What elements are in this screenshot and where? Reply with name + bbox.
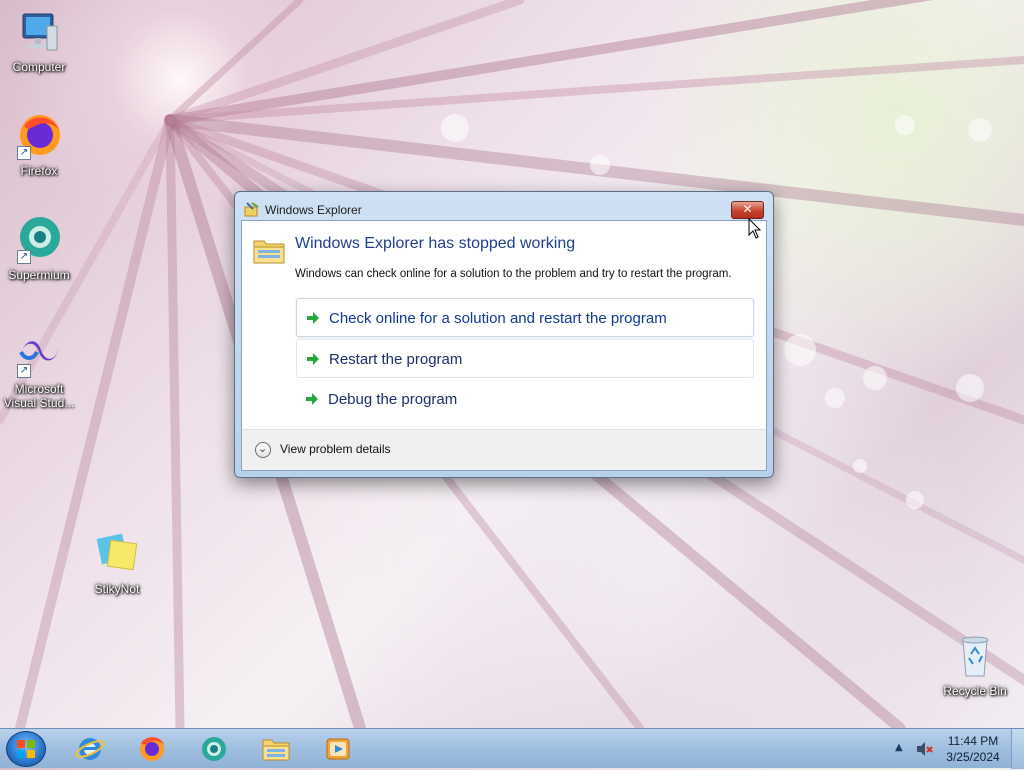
shortcut-arrow-icon: ↗ — [17, 250, 31, 264]
dialog-heading: Windows Explorer has stopped working — [295, 235, 576, 252]
firefox-icon — [140, 737, 164, 761]
explorer-stopped-dialog: Windows Explorer ✕ Windows Explorer has … — [234, 191, 774, 478]
restart-program-button[interactable]: Restart the program — [296, 339, 754, 378]
desktop-icon-computer[interactable]: Computer — [0, 8, 78, 74]
green-arrow-icon — [307, 312, 319, 324]
desktop-icon-visual-studio[interactable]: ↗ Microsoft Visual Stud... — [0, 330, 78, 410]
mouse-cursor-icon — [748, 218, 762, 239]
desktop-icon-firefox[interactable]: ↗ Firefox — [0, 112, 78, 178]
expand-details-button[interactable]: ⌄ — [255, 442, 271, 458]
dialog-content: Windows Explorer has stopped working Win… — [241, 220, 767, 471]
shortcut-arrow-icon: ↗ — [17, 364, 31, 378]
restart-program-label: Restart the program — [329, 351, 463, 368]
taskbar-firefox[interactable] — [124, 732, 178, 766]
dialog-title: Windows Explorer — [265, 203, 362, 217]
file-explorer-icon — [262, 739, 290, 761]
taskbar-supermium[interactable] — [186, 732, 240, 766]
close-button[interactable]: ✕ — [731, 201, 764, 219]
sticky-note-icon — [93, 530, 141, 578]
debug-program-label: Debug the program — [328, 391, 458, 408]
media-player-icon — [326, 738, 350, 760]
taskbar: ▲ 11:44 PM 3/25/2024 — [0, 728, 1024, 769]
taskbar-clock[interactable]: 11:44 PM 3/25/2024 — [940, 733, 1006, 765]
taskbar-internet-explorer[interactable] — [62, 732, 116, 766]
visual-studio-icon: ↗ — [15, 330, 63, 378]
desktop-icon-label: Computer — [12, 60, 66, 74]
clock-time: 11:44 PM — [947, 734, 999, 748]
taskbar-media-player[interactable] — [310, 732, 364, 766]
firefox-icon: ↗ — [15, 112, 63, 160]
shortcut-arrow-icon: ↗ — [17, 146, 31, 160]
windows-explorer-icon — [244, 201, 260, 217]
dialog-titlebar[interactable]: Windows Explorer ✕ — [235, 192, 773, 220]
recycle-bin-icon — [951, 632, 999, 680]
desktop-icon-stikynot[interactable]: StikyNot — [78, 530, 156, 596]
windows-logo-icon — [17, 740, 35, 758]
supermium-icon: ↗ — [15, 216, 63, 264]
desktop-icon-label: Supermium — [8, 268, 70, 282]
view-problem-details-link[interactable]: View problem details — [280, 442, 391, 456]
computer-icon — [15, 8, 63, 56]
check-online-label: Check online for a solution and restart … — [329, 310, 667, 327]
close-icon: ✕ — [742, 202, 753, 216]
explorer-folder-icon — [252, 233, 286, 265]
check-online-button[interactable]: Check online for a solution and restart … — [296, 298, 754, 337]
speaker-muted-icon[interactable] — [915, 741, 933, 757]
desktop-icon-label: Recycle Bin — [943, 684, 1007, 698]
debug-program-button[interactable]: Debug the program — [296, 380, 754, 419]
show-hidden-icons-button[interactable]: ▲ — [895, 742, 903, 753]
green-arrow-icon — [307, 353, 319, 365]
taskbar-file-explorer[interactable] — [248, 732, 302, 766]
clock-date: 3/25/2024 — [946, 750, 1000, 764]
desktop-icon-label: Microsoft Visual Stud... — [3, 382, 75, 410]
start-button[interactable] — [6, 731, 46, 767]
green-arrow-icon — [306, 393, 318, 405]
desktop-icon-label: StikyNot — [94, 582, 140, 596]
desktop-icon-label: Firefox — [20, 164, 58, 178]
internet-explorer-icon — [75, 738, 105, 760]
desktop-icon-recycle-bin[interactable]: Recycle Bin — [936, 632, 1014, 698]
show-desktop-button[interactable] — [1011, 729, 1024, 769]
supermium-icon — [202, 737, 226, 761]
chevron-down-icon: ⌄ — [258, 442, 268, 455]
desktop-icon-supermium[interactable]: ↗ Supermium — [0, 216, 78, 282]
dialog-description: Windows can check online for a solution … — [295, 268, 732, 280]
dialog-footer: ⌄ View problem details — [242, 429, 766, 470]
